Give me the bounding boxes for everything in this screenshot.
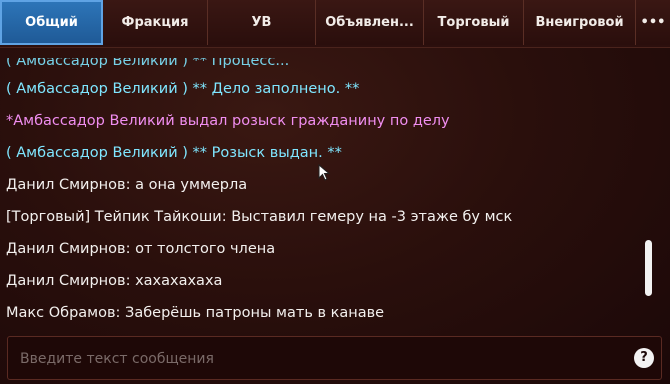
tab-trade[interactable]: Торговый xyxy=(424,0,524,45)
chat-message: ( Амбассадор Великий ) ** Розыск выдан. … xyxy=(6,145,342,161)
chat-message: ( Амбассадор Великий ) ** Дело заполнено… xyxy=(6,81,360,97)
tab-general[interactable]: Общий xyxy=(0,0,103,45)
chat-message: Данил Смирнов: хахахахаха xyxy=(6,273,223,289)
tab-uv[interactable]: УВ xyxy=(208,0,316,45)
chat-message: [Торговый] Тейпик Тайкоши: Выставил геме… xyxy=(6,209,513,225)
tab-ads[interactable]: Объявлен... xyxy=(316,0,424,45)
tab-offtopic[interactable]: Внеигровой xyxy=(524,0,636,45)
tab-more[interactable]: ••• xyxy=(636,0,670,45)
chat-window: Общий Фракция УВ Объявлен... Торговый Вн… xyxy=(0,0,670,384)
chat-message: Данил Смирнов: от толстого члена xyxy=(6,241,276,257)
scrollbar[interactable] xyxy=(643,50,653,325)
scrollbar-thumb[interactable] xyxy=(645,240,652,296)
chat-message: Данил Смирнов: а она уммерла xyxy=(6,177,248,193)
message-input-bar: ? xyxy=(7,336,662,381)
help-icon[interactable]: ? xyxy=(634,348,654,368)
message-input[interactable] xyxy=(18,337,612,381)
chat-message: ( Амбассадор Великий ) ** Процесс... xyxy=(6,53,290,69)
chat-message: Макс Обрамов: Заберёшь патроны мать в ка… xyxy=(6,305,385,321)
message-list: ( Амбассадор Великий ) ** Процесс... ( А… xyxy=(0,47,640,330)
chat-tabbar: Общий Фракция УВ Объявлен... Торговый Вн… xyxy=(0,0,670,48)
tab-faction[interactable]: Фракция xyxy=(103,0,208,45)
chat-message: *Амбассадор Великий выдал розыск граждан… xyxy=(6,113,450,129)
mouse-cursor-icon xyxy=(318,164,331,181)
